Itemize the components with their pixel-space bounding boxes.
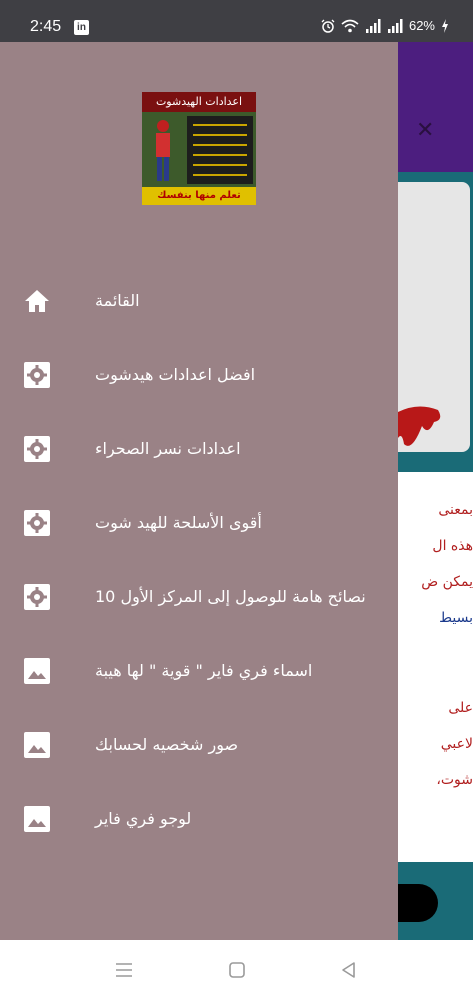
article-line: لاعبي [440,736,473,752]
header-image-banner: اعدادات الهيدشوت [142,92,256,112]
drawer-item-free-fire-names[interactable]: اسماء فري فاير " قوية " لها هيبة [0,634,398,708]
status-icons: 62% [321,18,449,33]
background-app: ✕ بمعنى هذه ال يمكن ض بسيط على لاعبي شوت… [398,42,473,940]
background-article: بمعنى هذه ال يمكن ض بسيط على لاعبي شوت، [398,472,473,862]
article-line: شوت، [436,772,473,788]
battery-percent: 62% [408,18,435,33]
alarm-icon [321,19,335,33]
status-bar: 2:45 in 62% [0,0,473,42]
signal-icon [365,18,381,33]
home-icon [25,290,49,312]
drawer-header-image: اعدادات الهيدشوت تعلم منها بنفسك [142,92,256,205]
signal-icon [387,18,403,33]
gear-icon [24,584,50,610]
article-line: هذه ال [432,538,473,554]
article-line: بمعنى [438,502,473,518]
drawer-item-best-headshot-settings[interactable]: افضل اعدادات هيدشوت [0,338,398,412]
image-icon [24,732,50,758]
home-square-icon[interactable] [227,960,247,980]
drawer-item-free-fire-logo[interactable]: لوجو فري فاير [0,782,398,856]
settings-sliders-panel [187,116,253,184]
system-nav-bar [0,940,473,1000]
image-icon [24,806,50,832]
gear-icon [24,362,50,388]
drawer-item-label: القائمة [95,291,140,310]
image-icon [24,658,50,684]
drawer-item-important-tips[interactable]: نصائح هامة للوصول إلى المركز الأول 10 [0,560,398,634]
article-line: على [448,700,473,716]
header-image-footer: تعلم منها بنفسك [142,187,256,205]
drawer-item-profile-pictures[interactable]: صور شخصيه لحسابك [0,708,398,782]
article-line: بسيط [439,610,473,626]
article-line: يمكن ض [421,574,473,590]
drawer-item-label: لوجو فري فاير [95,809,192,828]
gear-icon [24,436,50,462]
menu-icon[interactable] [114,960,134,980]
blood-splash-image [398,406,441,446]
player-figure [156,120,170,181]
battery-icon [442,18,448,33]
linkedin-icon: in [74,20,89,35]
drawer-item-label: أقوى الأسلحة للهيد شوت [95,513,262,532]
background-pill-button[interactable] [398,884,438,922]
drawer-item-strongest-weapons[interactable]: أقوى الأسلحة للهيد شوت [0,486,398,560]
background-card [398,182,470,452]
drawer-item-label: اسماء فري فاير " قوية " لها هيبة [95,661,313,680]
drawer-item-label: نصائح هامة للوصول إلى المركز الأول 10 [95,587,366,606]
drawer-item-label: اعدادات نسر الصحراء [95,439,241,458]
drawer-item-label: صور شخصيه لحسابك [95,735,239,754]
drawer-item-desert-eagle-settings[interactable]: اعدادات نسر الصحراء [0,412,398,486]
navigation-drawer: اعدادات الهيدشوت تعلم منها بنفسك القائمة [0,42,398,940]
background-header: ✕ [398,42,473,172]
drawer-item-label: افضل اعدادات هيدشوت [95,365,256,384]
drawer-item-home[interactable]: القائمة [0,264,398,338]
close-icon[interactable]: ✕ [416,118,434,143]
back-triangle-icon[interactable] [339,960,359,980]
status-time: 2:45 [30,18,62,35]
gear-icon [24,510,50,536]
wifi-icon [341,19,359,32]
